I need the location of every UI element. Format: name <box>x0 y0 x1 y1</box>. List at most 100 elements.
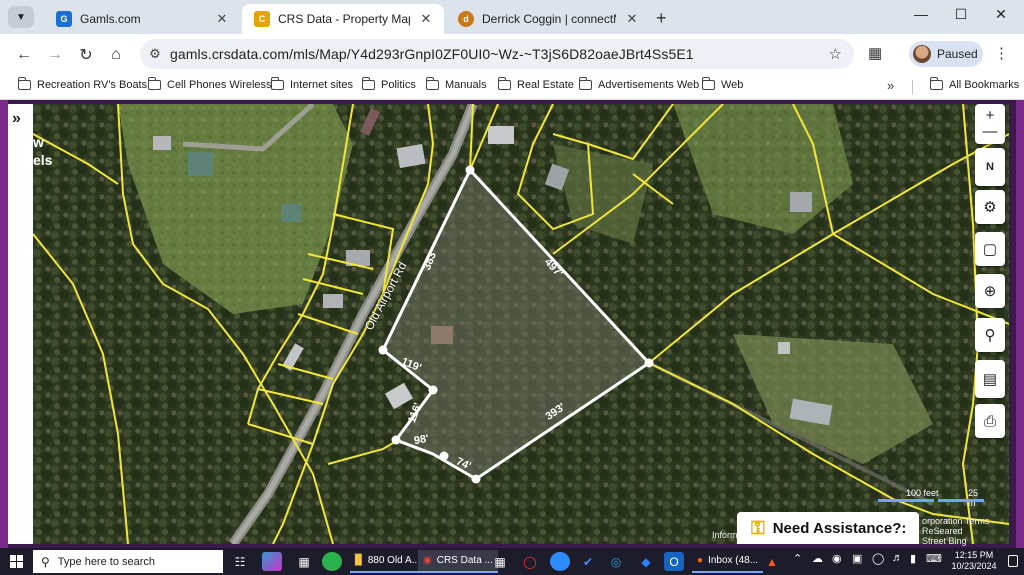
tab-title: CRS Data - Property Map for 880 O <box>278 12 410 26</box>
new-tab-plus-icon[interactable]: + <box>656 8 667 29</box>
tab-title: Gamls.com <box>80 12 141 26</box>
browser-toolbar: ← → ↻ ⌂ ⚙ gamls.crsdata.com/mls/Map/Y4d2… <box>0 34 1024 74</box>
bookmark-folder[interactable]: Web <box>701 77 743 91</box>
search-magnifier-icon[interactable]: ⚲ <box>975 318 1005 352</box>
copilot-icon[interactable] <box>262 552 282 571</box>
notification-icon[interactable] <box>1008 555 1018 567</box>
bookmark-folder[interactable]: Recreation RV's Boats <box>17 77 147 91</box>
reload-icon[interactable]: ↻ <box>75 44 97 66</box>
more-bookmarks-chevron-icon[interactable]: » <box>887 78 894 93</box>
bookmark-folder[interactable]: Manuals <box>425 77 487 91</box>
connectmls-favicon-icon: d <box>458 11 474 27</box>
map-side-panel-collapsed[interactable]: » <box>8 104 33 544</box>
zoom-out-icon[interactable]: — <box>983 124 998 140</box>
tab-connectmls[interactable]: d Derrick Coggin | connectMLS ✕ <box>446 4 650 34</box>
windows-start-icon[interactable] <box>10 555 23 568</box>
satellite-imagery <box>33 104 1009 544</box>
forward-arrow-icon[interactable]: → <box>44 44 66 66</box>
close-window-icon[interactable]: ✕ <box>986 6 1016 23</box>
dropbox-icon[interactable]: ◆ <box>636 552 656 571</box>
calculator-icon[interactable]: ▦ <box>294 552 314 571</box>
tray-chevron-icon[interactable]: ⌃ <box>793 552 802 565</box>
close-tab-icon[interactable]: ✕ <box>418 11 434 27</box>
measure-ruler-icon[interactable]: ▤ <box>975 360 1005 398</box>
file-explorer-icon: ▉ <box>355 555 363 566</box>
volume-icon[interactable]: ♬ <box>892 552 903 564</box>
bookmark-folder[interactable]: Advertisements Web <box>578 77 699 91</box>
folder-icon <box>425 77 439 90</box>
folder-icon <box>578 77 592 90</box>
property-map[interactable]: 383' 497' 393' 119' 116' 98' 74' Old Air… <box>33 104 1009 544</box>
zoom-in-icon[interactable]: + <box>986 108 995 124</box>
battery-icon[interactable]: ▮ <box>910 552 916 565</box>
site-info-icon[interactable]: ⚙ <box>140 46 170 62</box>
tab-strip: ▼ G Gamls.com ✕ C CRS Data - Property Ma… <box>0 0 1024 34</box>
address-bar[interactable]: ⚙ gamls.crsdata.com/mls/Map/Y4d293rGnpI0… <box>140 39 854 69</box>
edge-icon[interactable]: ◎ <box>606 552 626 571</box>
minimize-icon[interactable]: — <box>906 6 936 22</box>
folder-icon <box>17 77 31 90</box>
avatar <box>913 45 931 63</box>
zoom-icon[interactable] <box>550 552 570 571</box>
onedrive-cloud-icon[interactable]: ☁ <box>812 552 823 565</box>
profile-button[interactable]: Paused <box>909 41 983 67</box>
chevron-down-icon: ▼ <box>16 11 26 23</box>
tab-gamls[interactable]: G Gamls.com ✕ <box>44 4 240 34</box>
close-tab-icon[interactable]: ✕ <box>624 11 640 27</box>
todo-check-icon[interactable]: ✔ <box>578 552 598 571</box>
map-attribution: Inform <box>712 530 738 540</box>
compass-north-icon[interactable]: N <box>975 148 1005 186</box>
url-text[interactable]: gamls.crsdata.com/mls/Map/Y4d293rGnpI0ZF… <box>170 46 694 62</box>
wifi-icon[interactable]: ◯ <box>872 552 884 565</box>
profile-status: Paused <box>937 47 978 61</box>
print-icon[interactable]: ⎙ <box>975 404 1005 438</box>
menu-kebab-icon[interactable]: ⋮ <box>994 44 1009 62</box>
whatsapp-icon[interactable] <box>322 552 342 571</box>
folder-icon <box>497 77 511 90</box>
folder-icon <box>929 77 943 90</box>
side-panel-peek-text: w els <box>33 134 53 168</box>
bookmark-divider <box>912 80 913 94</box>
tab-crs-data[interactable]: C CRS Data - Property Map for 880 O ✕ <box>242 4 444 34</box>
opera-icon[interactable]: ◯ <box>520 552 540 571</box>
home-icon[interactable]: ⌂ <box>105 44 127 66</box>
map-attribution-right[interactable]: orporation Terms ReSeared Street Bing <box>922 516 989 546</box>
gamls-favicon-icon: G <box>56 11 72 27</box>
microsoft-store-icon[interactable]: ▦ <box>490 552 510 571</box>
locate-crosshair-icon[interactable]: ⊕ <box>975 274 1005 308</box>
mail-avatar-icon: ● <box>697 555 704 566</box>
keyboard-icon[interactable]: ⌨ <box>926 552 942 565</box>
zoom-control[interactable]: + — <box>975 104 1005 144</box>
taskbar-app-file-explorer[interactable]: ▉ 880 Old A... <box>350 550 425 573</box>
close-tab-icon[interactable]: ✕ <box>214 11 230 27</box>
search-icon: ⚲ <box>41 554 50 569</box>
fullscreen-frame-icon[interactable]: ▢ <box>975 232 1005 266</box>
folder-icon <box>361 77 375 90</box>
bookmark-folder[interactable]: Politics <box>361 77 416 91</box>
outlook-icon[interactable]: O <box>664 552 684 571</box>
maximize-icon[interactable]: ☐ <box>946 6 976 23</box>
extensions-puzzle-icon[interactable]: ▦ <box>868 44 882 62</box>
bookmark-folder[interactable]: Cell Phones Wireless <box>147 77 272 91</box>
crs-favicon-icon: C <box>254 11 270 27</box>
brave-icon[interactable]: ▲ <box>762 552 782 571</box>
need-assistance-button[interactable]: ⚿ Need Assistance?: <box>737 512 919 544</box>
settings-gear-icon[interactable]: ⚙ <box>975 190 1005 224</box>
tray-app-icon[interactable]: ▣ <box>852 552 862 565</box>
taskbar-app-inbox[interactable]: ● Inbox (48... <box>692 550 764 573</box>
tab-title: Derrick Coggin | connectMLS <box>482 12 616 26</box>
back-arrow-icon[interactable]: ← <box>13 44 35 66</box>
chrome-icon: ◉ <box>423 555 432 566</box>
folder-icon <box>147 77 161 90</box>
expand-panel-icon[interactable]: » <box>12 110 21 128</box>
all-bookmarks-folder[interactable]: All Bookmarks <box>929 77 1019 91</box>
bookmark-star-icon[interactable]: ☆ <box>829 45 842 63</box>
tray-app-icon[interactable]: ◉ <box>832 552 842 565</box>
bookmark-folder[interactable]: Real Estate <box>497 77 574 91</box>
bookmark-folder[interactable]: Internet sites <box>270 77 353 91</box>
task-view-icon[interactable]: ☷ <box>230 552 250 571</box>
taskbar-search-box[interactable]: ⚲ Type here to search <box>33 550 223 573</box>
taskbar-clock[interactable]: 12:15 PM 10/23/2024 <box>944 550 1004 572</box>
taskbar-app-chrome[interactable]: ◉ CRS Data ... <box>418 550 498 573</box>
tab-search-button[interactable]: ▼ <box>8 6 34 28</box>
